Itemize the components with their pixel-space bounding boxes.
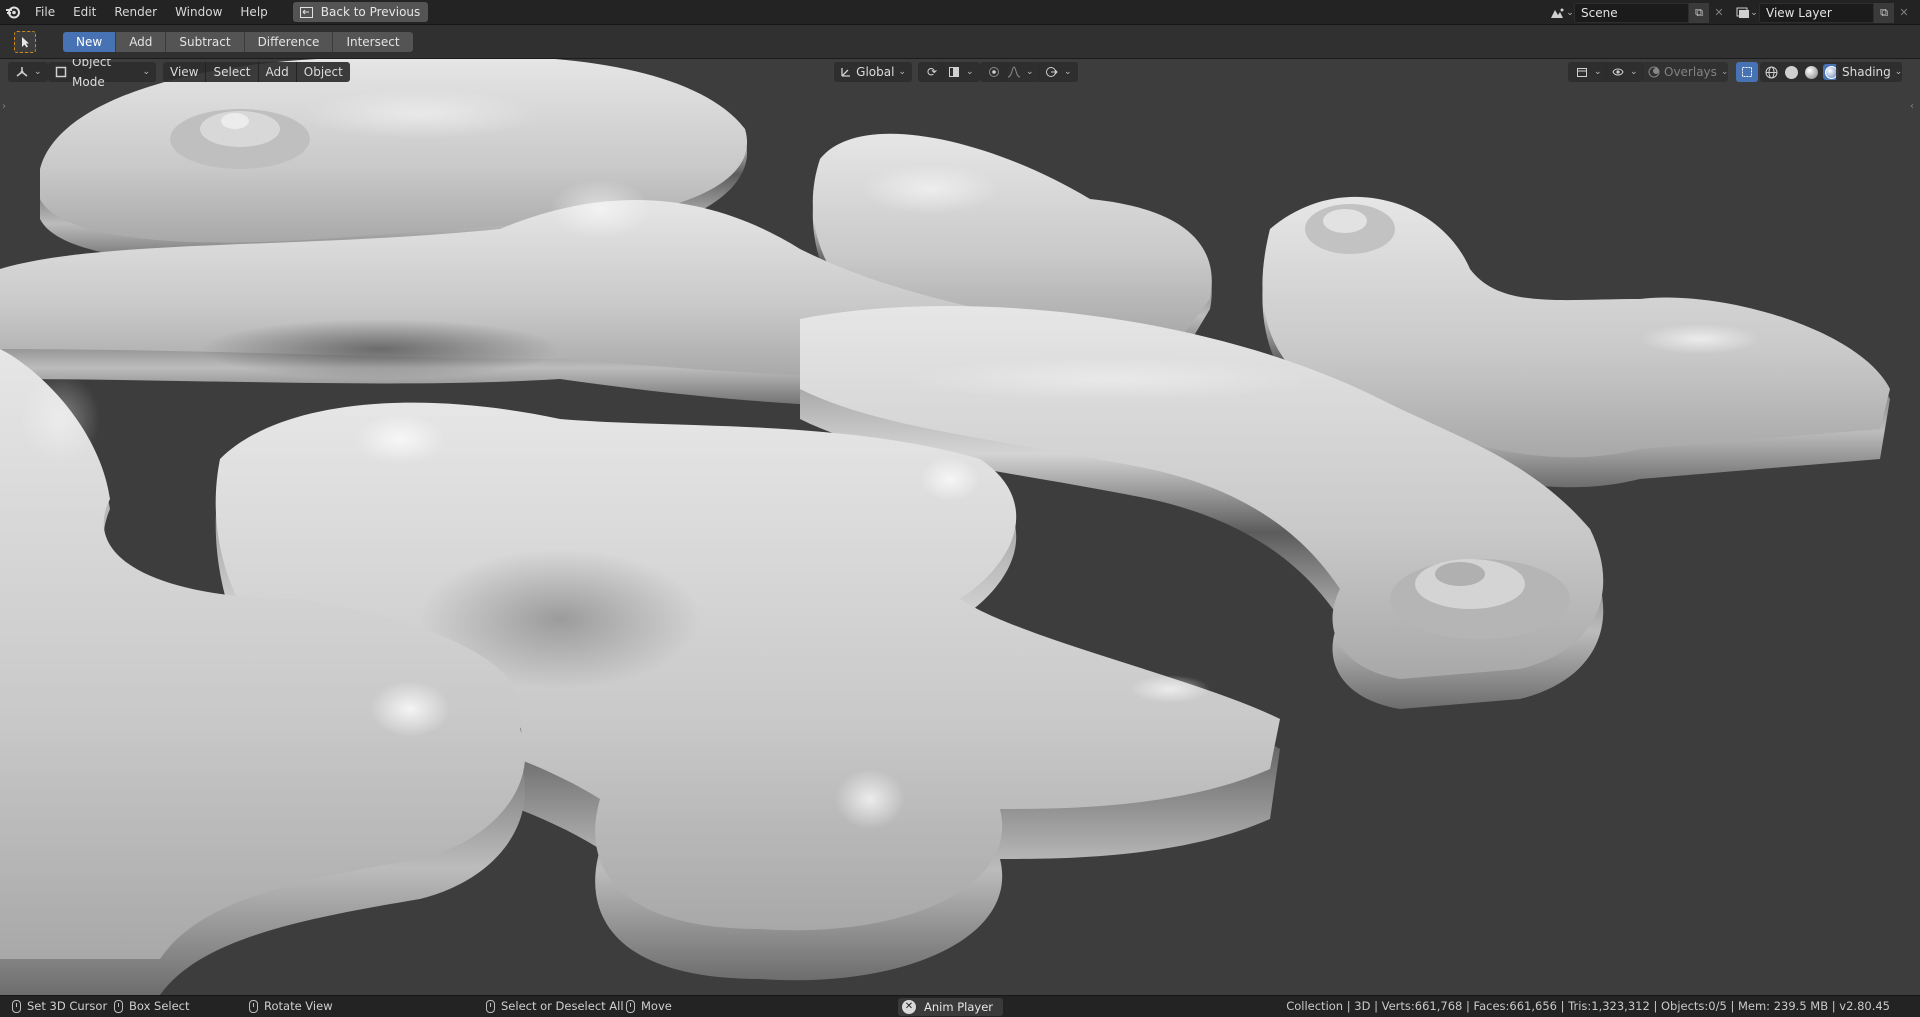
ornament-model <box>0 59 1890 995</box>
mouse-left-icon <box>486 999 495 1013</box>
hint-label: Move <box>641 999 672 1013</box>
hint-select-deselect-all: Select or Deselect All <box>486 999 624 1013</box>
gizmo-dropdown[interactable]: ⌄ <box>1038 62 1078 82</box>
mouse-drag-icon <box>626 999 635 1013</box>
hint-label: Rotate View <box>264 999 333 1013</box>
blender-logo-icon[interactable] <box>0 0 26 25</box>
chevron-down-icon: ⌄ <box>966 67 974 77</box>
xray-toggle[interactable] <box>1736 62 1758 82</box>
object-mode-label: Object Mode <box>72 59 112 89</box>
shading-label: Shading <box>1842 65 1891 79</box>
mode-difference-button[interactable]: Difference <box>244 31 334 52</box>
overlays-dropdown[interactable]: Overlays ⌄ <box>1642 62 1728 82</box>
chevron-down-icon: ⌄ <box>1064 67 1072 77</box>
mouse-middle-icon <box>249 999 258 1013</box>
back-to-previous-label: Back to Previous <box>320 5 421 19</box>
overlays-icon <box>1648 64 1660 80</box>
view-layer-name-field[interactable]: View Layer <box>1759 2 1874 23</box>
hint-rotate-view: Rotate View <box>249 999 333 1013</box>
menu-select[interactable]: Select <box>206 62 259 82</box>
anim-player-button[interactable]: ✕ Anim Player <box>898 998 1003 1016</box>
chevron-down-icon: ⌄ <box>1630 67 1638 77</box>
mouse-drag-icon <box>114 999 123 1013</box>
selection-mode-buttons: New Add Subtract Difference Intersect <box>63 31 413 52</box>
proportional-falloff-dropdown[interactable]: ⌄ <box>1000 62 1040 82</box>
show-gizmo-icon <box>1610 64 1626 80</box>
top-bar: File Edit Render Window Help Back to Pre… <box>0 0 1920 25</box>
menu-file[interactable]: File <box>26 0 64 25</box>
overlays-label: Overlays <box>1664 65 1717 79</box>
hint-box-select: Box Select <box>114 999 190 1013</box>
new-scene-icon[interactable]: ⧉ <box>1689 2 1709 23</box>
scene-icon[interactable]: ⌄ <box>1550 3 1574 23</box>
3d-viewport[interactable]: ⌄ Object Mode ⌄ View Select Add Object G… <box>0 59 1920 995</box>
anim-player-label: Anim Player <box>924 1000 993 1014</box>
chevron-down-icon: ⌄ <box>142 67 150 77</box>
menu-edit[interactable]: Edit <box>64 0 105 25</box>
wireframe-shading-icon[interactable] <box>1763 64 1779 80</box>
scene-statistics: Collection | 3D | Verts:661,768 | Faces:… <box>1286 999 1890 1013</box>
delete-view-layer-icon[interactable]: ✕ <box>1894 3 1914 23</box>
menu-help[interactable]: Help <box>231 0 276 25</box>
gizmo-visibility-dropdown[interactable]: ⌄ <box>1604 62 1644 82</box>
mode-new-button[interactable]: New <box>63 31 117 52</box>
chevron-down-icon: ⌄ <box>1594 67 1602 77</box>
scene-name-field[interactable]: Scene <box>1574 2 1689 23</box>
select-tool-icon[interactable] <box>14 30 36 53</box>
chevron-down-icon: ⌄ <box>898 67 906 77</box>
shading-dropdown[interactable]: Shading ⌄ <box>1836 62 1902 82</box>
hint-label: Select or Deselect All <box>501 999 624 1013</box>
mode-add-button[interactable]: Add <box>116 31 167 52</box>
object-mode-icon <box>54 64 68 80</box>
sidebar-expand-icon[interactable]: ‹ <box>1910 101 1914 112</box>
mode-intersect-button[interactable]: Intersect <box>333 31 413 52</box>
pivot-icon: ⟳ <box>926 65 938 79</box>
menu-add[interactable]: Add <box>259 62 297 82</box>
chevron-down-icon: ⌄ <box>1026 67 1034 77</box>
view-layer-icon[interactable]: ⌄ <box>1735 3 1759 23</box>
chevron-down-icon: ⌄ <box>34 67 42 77</box>
visibility-filter-icon <box>1574 64 1590 80</box>
back-to-previous-button[interactable]: Back to Previous <box>292 2 429 22</box>
transform-orientation-dropdown[interactable]: Global ⌄ <box>834 62 912 82</box>
solid-shading-icon[interactable] <box>1783 64 1799 80</box>
gizmo-icon <box>1044 64 1060 80</box>
chevron-down-icon: ⌄ <box>1720 67 1729 77</box>
orientation-global-icon <box>840 64 852 80</box>
snap-dropdown[interactable]: ⌄ <box>940 62 980 82</box>
menu-window[interactable]: Window <box>166 0 231 25</box>
shading-modes <box>1760 62 1842 82</box>
view-layer-selector[interactable]: ⌄ View Layer ⧉ ✕ <box>1735 2 1914 23</box>
hint-label: Box Select <box>129 999 190 1013</box>
hint-label: Set 3D Cursor <box>27 999 108 1013</box>
xray-icon <box>1739 64 1755 80</box>
delete-scene-icon[interactable]: ✕ <box>1709 3 1729 23</box>
chevron-down-icon: ⌄ <box>1894 67 1903 77</box>
editor-type-button[interactable]: ⌄ <box>8 62 48 82</box>
object-type-visibility-dropdown[interactable]: ⌄ <box>1568 62 1608 82</box>
fullscreen-exit-icon <box>299 4 315 20</box>
new-view-layer-icon[interactable]: ⧉ <box>1874 2 1894 23</box>
viewport-header: ⌄ Object Mode ⌄ View Select Add Object G… <box>0 59 1920 89</box>
tool-header: New Add Subtract Difference Intersect <box>0 25 1920 59</box>
status-bar: Set 3D Cursor Box Select Rotate View Sel… <box>0 995 1920 1017</box>
object-mode-dropdown[interactable]: Object Mode ⌄ <box>48 59 156 89</box>
mode-subtract-button[interactable]: Subtract <box>166 31 245 52</box>
toolbar-expand-icon[interactable]: › <box>2 101 6 112</box>
menu-object[interactable]: Object <box>297 62 350 82</box>
hint-move: Move <box>626 999 672 1013</box>
orientation-label: Global <box>856 65 895 79</box>
menu-view[interactable]: View <box>163 62 207 82</box>
cancel-icon[interactable]: ✕ <box>902 1000 916 1014</box>
material-shading-icon[interactable] <box>1803 64 1819 80</box>
falloff-curve-icon <box>1006 64 1022 80</box>
hint-set-3d-cursor: Set 3D Cursor <box>12 999 107 1013</box>
menu-render[interactable]: Render <box>105 0 166 25</box>
mouse-left-icon <box>12 999 21 1013</box>
scene-selector[interactable]: ⌄ Scene ⧉ ✕ <box>1550 2 1729 23</box>
3d-viewport-icon <box>14 64 30 80</box>
viewport-menus: View Select Add Object <box>163 62 350 82</box>
snap-icon <box>946 64 962 80</box>
